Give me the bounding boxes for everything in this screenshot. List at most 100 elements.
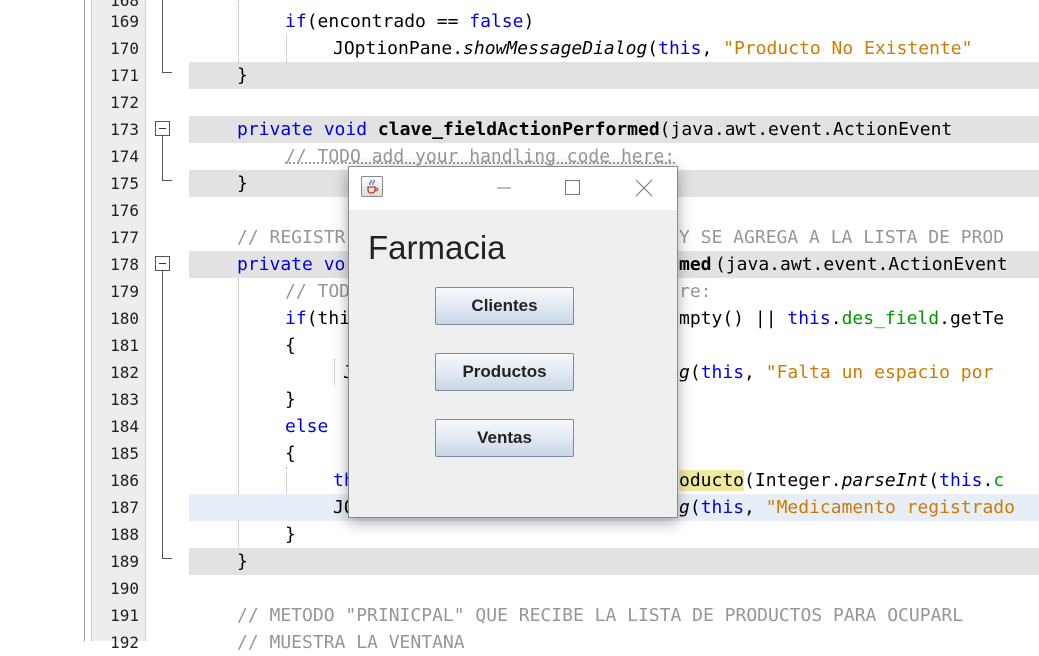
code-line[interactable]: if(encontrado == false): [189, 8, 1039, 35]
line-number: 177: [110, 228, 139, 247]
close-button[interactable]: [619, 167, 665, 207]
code-keyword: false: [469, 11, 524, 32]
code-text: (: [928, 470, 940, 491]
code-line[interactable]: }: [189, 62, 1039, 89]
code-line[interactable]: // MUESTRA LA VENTANA: [189, 629, 1039, 656]
fold-line: [162, 271, 163, 558]
line-number: 191: [110, 606, 139, 625]
fold-end-marker: [162, 72, 172, 73]
line-number: 176: [110, 201, 139, 220]
code-line[interactable]: JOptionPane.showMessageDialog(this, "Pro…: [189, 35, 1039, 62]
code-comment: Y SE AGREGA A LA LISTA DE PROD: [679, 227, 1005, 248]
line-number: 183: [110, 390, 139, 409]
fold-collapse-icon[interactable]: [155, 256, 170, 271]
line-number: 190: [110, 579, 139, 598]
ventas-button[interactable]: Ventas: [435, 419, 574, 457]
code-text: mpty() ||: [679, 308, 788, 329]
code-text: (: [689, 362, 701, 383]
code-keyword: this: [787, 308, 831, 329]
code-method: g: [679, 362, 690, 383]
productos-button[interactable]: Productos: [435, 353, 574, 391]
farmacia-dialog: Farmacia Clientes Productos Ventas: [348, 166, 678, 518]
code-method-name: med: [679, 254, 712, 275]
code-highlight: oducto: [679, 470, 745, 491]
code-text: (: [647, 38, 659, 59]
line-number: 186: [110, 471, 139, 490]
code-text: ): [523, 11, 535, 32]
line-number: 174: [110, 147, 139, 166]
line-number: 175: [110, 174, 139, 193]
code-comment: // TODO add your handling code here:: [285, 146, 676, 167]
code-method: g: [679, 497, 690, 518]
fold-end-marker: [162, 558, 172, 559]
code-string: "Falta un espacio por: [765, 362, 994, 383]
code-string: "Producto No Existente": [723, 38, 973, 59]
line-number: 169: [110, 12, 139, 31]
panel-divider: [84, 0, 85, 641]
code-line[interactable]: [189, 575, 1039, 602]
close-icon: [635, 179, 653, 197]
maximize-icon: [565, 180, 580, 195]
maximize-button[interactable]: [549, 167, 595, 207]
code-text: ,: [701, 38, 724, 59]
fold-collapse-icon[interactable]: [155, 121, 170, 136]
line-number: 184: [110, 417, 139, 436]
code-text: ,: [744, 362, 766, 383]
code-comment: // TOD: [285, 281, 351, 302]
code-text: }: [237, 551, 248, 572]
code-text: .: [830, 308, 842, 329]
code-text: (Integer.: [744, 470, 842, 491]
code-text: ,: [744, 497, 766, 518]
line-number: 179: [110, 282, 139, 301]
line-number: 173: [110, 120, 139, 139]
code-text: (thi: [306, 308, 351, 329]
code-method: parseInt: [841, 470, 929, 491]
code-keyword: if: [285, 11, 307, 32]
fold-end-marker: [162, 180, 172, 181]
clientes-button[interactable]: Clientes: [435, 287, 574, 325]
left-panel-strip: [0, 0, 84, 641]
minimize-button[interactable]: [481, 167, 527, 207]
code-keyword: this: [658, 38, 702, 59]
line-number: 185: [110, 444, 139, 463]
code-keyword: private vo: [237, 254, 346, 275]
line-number: 182: [110, 363, 139, 382]
code-line[interactable]: [189, 89, 1039, 116]
line-number: 188: [110, 525, 139, 544]
line-number: 187: [110, 498, 139, 517]
code-method: showMessageDialog: [463, 38, 648, 59]
line-number: 171: [110, 66, 139, 85]
code-text: (encontrado ==: [306, 11, 470, 32]
code-keyword: if: [285, 308, 307, 329]
dialog-titlebar[interactable]: [349, 167, 677, 210]
line-number: 181: [110, 336, 139, 355]
code-method-name: clave_fieldActionPerformed: [377, 119, 660, 140]
gutter-right-border: [145, 0, 146, 641]
code-text: (: [689, 497, 701, 518]
java-coffee-icon[interactable]: [361, 176, 383, 197]
code-text: }: [285, 389, 296, 410]
minimize-icon: [497, 187, 511, 189]
code-line[interactable]: private void clave_fieldActionPerformed(…: [189, 116, 1039, 143]
code-text: JOptionPane.: [333, 38, 464, 59]
code-comment: // REGISTR: [237, 227, 346, 248]
code-keyword: else: [285, 416, 329, 437]
line-number: 192: [110, 633, 139, 652]
code-string: "Medicamento registrado: [765, 497, 1015, 518]
code-field: c: [993, 470, 1005, 491]
code-line[interactable]: }: [189, 521, 1039, 548]
code-text: }: [285, 524, 296, 545]
code-comment: // MUESTRA LA VENTANA: [237, 632, 465, 653]
code-keyword: private void: [237, 119, 378, 140]
code-text: {: [285, 335, 296, 356]
code-text: }: [237, 173, 248, 194]
dialog-heading: Farmacia: [368, 229, 506, 266]
code-comment: re:: [679, 281, 712, 302]
fold-line: [162, 0, 163, 72]
fold-line: [162, 136, 163, 180]
code-comment: // METODO "PRINICPAL" QUE RECIBE LA LIST…: [237, 605, 964, 626]
code-line[interactable]: }: [189, 548, 1039, 575]
code-text: (java.awt.event.ActionEvent: [659, 119, 953, 140]
code-text: .: [982, 470, 994, 491]
code-line[interactable]: // METODO "PRINICPAL" QUE RECIBE LA LIST…: [189, 602, 1039, 629]
